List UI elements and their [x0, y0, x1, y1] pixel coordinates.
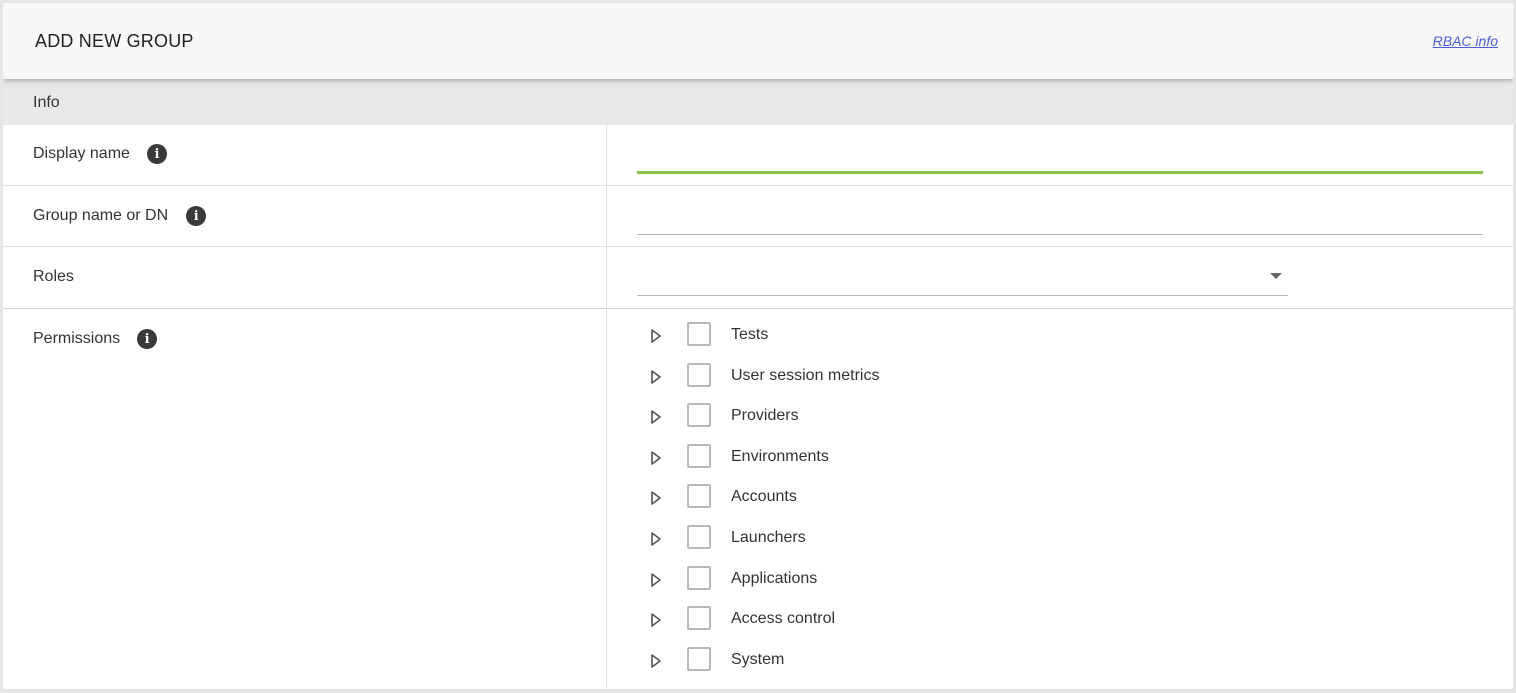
- info-icon[interactable]: i: [146, 144, 167, 164]
- tree-item-label: Accounts: [731, 488, 797, 505]
- tree-item-user-session-metrics[interactable]: User session metrics: [643, 362, 1043, 392]
- caret-right-icon[interactable]: [650, 370, 662, 384]
- checkbox[interactable]: [687, 647, 711, 671]
- tree-item-launchers[interactable]: Launchers: [643, 524, 1043, 554]
- tree-item-label: Environments: [731, 448, 829, 465]
- section-label: Info: [33, 94, 60, 111]
- checkbox[interactable]: [687, 363, 711, 387]
- info-section-header: Info: [3, 79, 1513, 125]
- checkbox[interactable]: [687, 566, 711, 590]
- checkbox[interactable]: [687, 444, 711, 468]
- group-name-label-group: Group name or DN i: [33, 206, 207, 226]
- page-header: ADD NEW GROUP RBAC info: [3, 3, 1513, 79]
- tree-item-system[interactable]: System: [643, 646, 1043, 676]
- tree-item-label: Applications: [731, 570, 818, 587]
- tree-item-tests[interactable]: Tests: [643, 321, 1043, 351]
- checkbox[interactable]: [687, 606, 711, 630]
- display-name-label: Display name: [33, 145, 130, 162]
- checkbox[interactable]: [687, 525, 711, 549]
- caret-right-icon[interactable]: [650, 410, 662, 424]
- tree-item-label: Providers: [731, 407, 799, 424]
- tree-item-applications[interactable]: Applications: [643, 565, 1043, 595]
- checkbox[interactable]: [687, 484, 711, 508]
- display-name-label-group: Display name i: [33, 144, 167, 164]
- roles-underline: [637, 295, 1288, 296]
- tree-item-environments[interactable]: Environments: [643, 443, 1043, 473]
- roles-label: Roles: [33, 268, 74, 285]
- info-icon[interactable]: i: [137, 329, 158, 349]
- info-icon[interactable]: i: [186, 206, 207, 226]
- caret-right-icon[interactable]: [650, 451, 662, 465]
- permissions-label-group: Permissions i: [33, 329, 158, 349]
- add-group-panel: ADD NEW GROUP RBAC info Info Display nam…: [3, 3, 1513, 689]
- caret-right-icon[interactable]: [650, 613, 662, 627]
- display-name-underline: [637, 171, 1483, 174]
- display-name-input[interactable]: [637, 139, 1483, 169]
- caret-right-icon[interactable]: [650, 532, 662, 546]
- tree-item-label: User session metrics: [731, 367, 880, 384]
- tree-item-label: Tests: [731, 326, 769, 343]
- group-name-underline: [637, 234, 1483, 235]
- chevron-down-icon[interactable]: [1270, 273, 1282, 279]
- page-title: ADD NEW GROUP: [35, 31, 194, 51]
- caret-right-icon[interactable]: [650, 654, 662, 668]
- tree-item-label: System: [731, 651, 785, 668]
- rbac-info-link[interactable]: RBAC info: [1433, 33, 1498, 49]
- tree-item-label: Access control: [731, 610, 836, 627]
- column-divider: [606, 125, 607, 689]
- tree-item-accounts[interactable]: Accounts: [643, 483, 1043, 513]
- checkbox[interactable]: [687, 403, 711, 427]
- roles-label-group: Roles: [33, 268, 74, 286]
- caret-right-icon[interactable]: [650, 573, 662, 587]
- checkbox[interactable]: [687, 322, 711, 346]
- tree-item-label: Launchers: [731, 529, 806, 546]
- group-name-input[interactable]: [637, 201, 1483, 231]
- group-name-label: Group name or DN: [33, 207, 169, 224]
- tree-item-providers[interactable]: Providers: [643, 402, 1043, 432]
- caret-right-icon[interactable]: [650, 491, 662, 505]
- permissions-label: Permissions: [33, 330, 121, 347]
- roles-select[interactable]: [637, 256, 1288, 296]
- tree-item-access-control[interactable]: Access control: [643, 605, 1043, 635]
- caret-right-icon[interactable]: [650, 329, 662, 343]
